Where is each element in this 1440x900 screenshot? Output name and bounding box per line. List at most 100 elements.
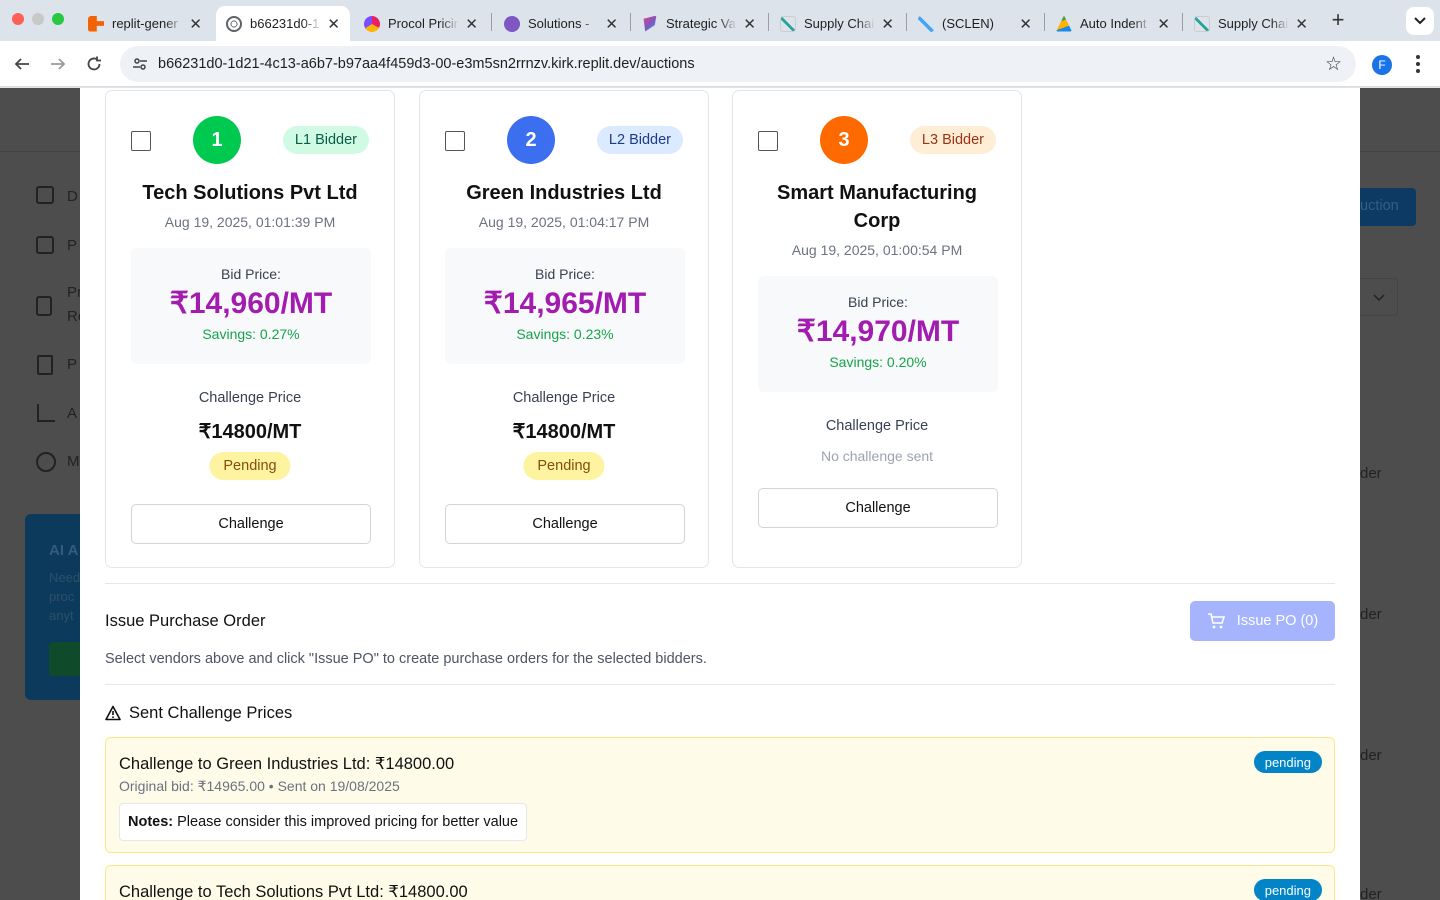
- notes-label: Notes:: [128, 814, 174, 830]
- replit-icon: [88, 15, 104, 32]
- bidder-rank-badge: L3 Bidder: [909, 126, 996, 154]
- warning-icon: [105, 705, 121, 721]
- globe-icon: [226, 15, 242, 32]
- browser-tab[interactable]: (SCLEN) ✕: [908, 6, 1042, 41]
- maximize-window-button[interactable]: [52, 13, 64, 25]
- issue-po-label: Issue PO (0): [1236, 613, 1319, 629]
- close-tab-icon[interactable]: ✕: [1295, 15, 1308, 33]
- close-tab-icon[interactable]: ✕: [1157, 15, 1170, 33]
- tab-label: b66231d0-1: [250, 16, 320, 31]
- bid-price-box: Bid Price: ₹14,965/MT Savings: 0.23%: [445, 248, 685, 364]
- challenge-button[interactable]: Challenge: [758, 488, 998, 528]
- bg-ai-line: proc: [49, 589, 75, 604]
- bid-card: 2 L2 Bidder Green Industries Ltd Aug 19,…: [419, 90, 709, 568]
- close-tab-icon[interactable]: ✕: [189, 15, 202, 33]
- bg-sidebar-label: D: [67, 188, 78, 205]
- close-tab-icon[interactable]: ✕: [1019, 15, 1032, 33]
- minimize-window-button[interactable]: [32, 13, 44, 25]
- vendor-name: Green Industries Ltd: [466, 182, 662, 204]
- close-tab-icon[interactable]: ✕: [327, 15, 340, 33]
- tab-separator: [630, 13, 631, 31]
- close-tab-icon[interactable]: ✕: [881, 15, 894, 33]
- challenge-button[interactable]: Challenge: [131, 504, 371, 544]
- bidder-rank-badge: L2 Bidder: [596, 126, 683, 154]
- bg-sidebar-icon: [36, 236, 54, 254]
- challenge-item: Challenge to Tech Solutions Pvt Ltd: ₹14…: [105, 865, 1335, 900]
- strategic-icon: [643, 15, 657, 32]
- vendor-name: Tech Solutions Pvt Ltd: [142, 182, 358, 204]
- address-bar[interactable]: b66231d0-1d21-4c13-a6b7-b97aa4f459d3-00-…: [120, 46, 1356, 82]
- select-vendor-checkbox[interactable]: [131, 131, 151, 151]
- browser-tab-active[interactable]: b66231d0-1 ✕: [216, 6, 350, 41]
- bid-price-label: Bid Price:: [221, 266, 281, 282]
- profile-avatar[interactable]: F: [1372, 55, 1392, 75]
- browser-tab-strip: replit-gener ✕ b66231d0-1 ✕ Procol Prici…: [0, 0, 1440, 41]
- forward-icon[interactable]: [45, 51, 71, 77]
- bg-create-label: uction: [1360, 198, 1399, 214]
- challenge-price-label: Challenge Price: [512, 390, 616, 406]
- auto-indent-icon: [1056, 15, 1072, 32]
- section-divider: [105, 684, 1335, 685]
- bid-price-box: Bid Price: ₹14,970/MT Savings: 0.20%: [758, 276, 998, 392]
- close-tab-icon[interactable]: ✕: [605, 15, 618, 33]
- challenge-button[interactable]: Challenge: [445, 504, 685, 544]
- tab-label: Solutions -: [528, 16, 590, 31]
- tab-label: Strategic Va: [666, 16, 736, 31]
- tab-label: Procol Pricin: [388, 16, 460, 31]
- bg-ai-line: Need: [49, 570, 81, 585]
- bid-price-box: Bid Price: ₹14,960/MT Savings: 0.27%: [131, 248, 371, 364]
- select-vendor-checkbox[interactable]: [445, 131, 465, 151]
- browser-tab[interactable]: Auto Indent ✕: [1046, 6, 1180, 41]
- bid-timestamp: Aug 19, 2025, 01:04:17 PM: [478, 214, 650, 230]
- bg-sidebar-label: P: [67, 237, 78, 254]
- tab-separator: [906, 13, 907, 31]
- bg-row-label: der: [1360, 606, 1382, 623]
- new-tab-icon[interactable]: +: [1325, 7, 1351, 33]
- savings-text: Savings: 0.23%: [516, 326, 614, 342]
- supply-icon: [1194, 15, 1210, 32]
- bg-row-label: der: [1360, 747, 1382, 764]
- browser-tab[interactable]: Solutions - ✕: [494, 6, 628, 41]
- challenge-price-label: Challenge Price: [825, 418, 929, 434]
- browser-tab[interactable]: Strategic Va ✕: [632, 6, 766, 41]
- tab-separator: [1044, 13, 1045, 31]
- close-tab-icon[interactable]: ✕: [743, 15, 756, 33]
- tab-separator: [768, 13, 769, 31]
- vendor-name: Smart Manufacturing Corp: [776, 182, 978, 232]
- site-info-icon[interactable]: [132, 56, 148, 77]
- auction-results-dialog: 1 L1 Bidder Tech Solutions Pvt Ltd Aug 1…: [80, 88, 1360, 900]
- reload-icon[interactable]: [81, 51, 107, 77]
- bid-price-value: ₹14,960/MT: [169, 287, 333, 320]
- browser-tab[interactable]: replit-gener ✕: [78, 6, 212, 41]
- close-window-button[interactable]: [12, 13, 24, 25]
- bg-row-label: der: [1360, 886, 1382, 900]
- browser-tab[interactable]: Supply Chai ✕: [1184, 6, 1318, 41]
- bg-sidebar-icon: [37, 355, 53, 375]
- issue-po-button[interactable]: Issue PO (0): [1190, 601, 1335, 641]
- bg-sidebar-icon: [36, 452, 56, 472]
- savings-text: Savings: 0.20%: [829, 354, 927, 370]
- issue-po-description: Select vendors above and click "Issue PO…: [105, 651, 707, 667]
- browser-tab[interactable]: Supply Chai ✕: [770, 6, 904, 41]
- rank-number: 1: [211, 128, 223, 151]
- url-text[interactable]: b66231d0-1d21-4c13-a6b7-b97aa4f459d3-00-…: [158, 56, 695, 72]
- bookmark-star-icon[interactable]: ☆: [1325, 53, 1342, 76]
- cart-icon: [1207, 613, 1225, 629]
- browser-tab[interactable]: Procol Pricin ✕: [354, 6, 488, 41]
- bg-sidebar-icon: [36, 186, 54, 204]
- select-vendor-checkbox[interactable]: [758, 131, 778, 151]
- close-tab-icon[interactable]: ✕: [465, 15, 478, 33]
- challenge-price-value: ₹14800/MT: [512, 421, 616, 443]
- bg-sidebar-label: A: [67, 405, 78, 422]
- tab-search-icon[interactable]: [1406, 7, 1434, 35]
- bid-price-value: ₹14,965/MT: [483, 287, 647, 320]
- browser-menu-icon[interactable]: [1410, 54, 1426, 74]
- challenge-title: Challenge to Green Industries Ltd: ₹1480…: [119, 755, 455, 773]
- rank-number: 3: [838, 128, 850, 151]
- rank-circle: 2: [507, 116, 555, 164]
- solutions-icon: [504, 15, 520, 32]
- back-icon[interactable]: [9, 51, 35, 77]
- tab-label: (SCLEN): [942, 16, 995, 31]
- bg-sidebar-label: M: [67, 453, 80, 470]
- challenge-meta: Original bid: ₹14965.00 • Sent on 19/08/…: [119, 778, 400, 794]
